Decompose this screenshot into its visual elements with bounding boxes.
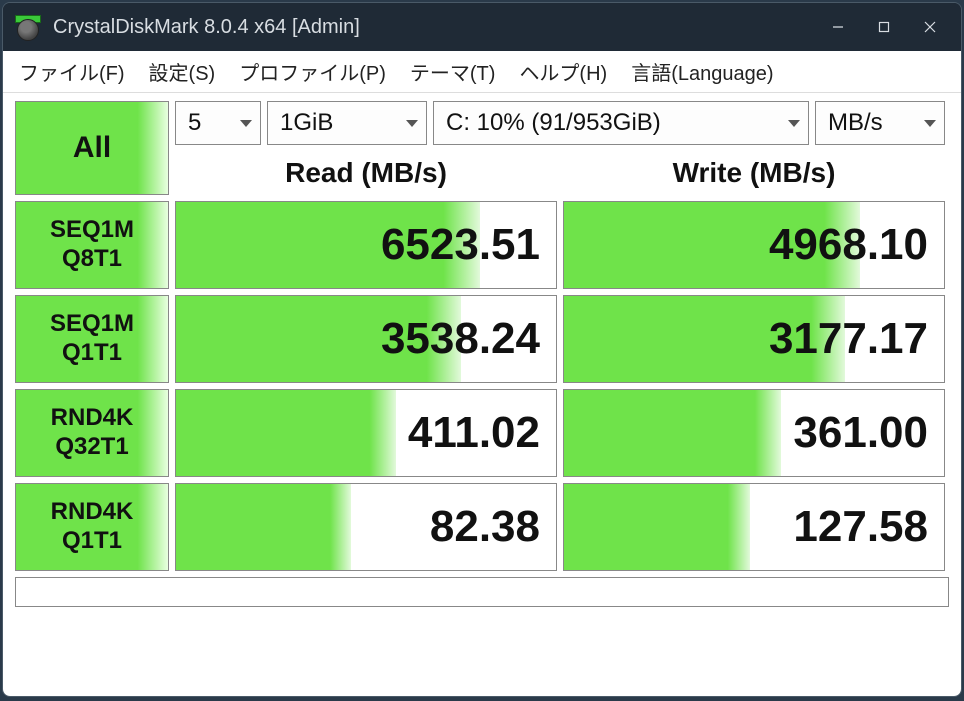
chevron-down-icon [924,120,936,127]
menu-theme[interactable]: テーマ(T) [404,53,502,90]
rnd4k-q1t1-write-value: 127.58 [793,502,928,552]
rnd4k-q32t1-write-value: 361.00 [793,408,928,458]
seq1m-q1t1-read-cell: 3538.24 [175,295,557,383]
minimize-button[interactable] [815,7,861,47]
maximize-button[interactable] [861,7,907,47]
read-header: Read (MB/s) [175,151,557,195]
drive-value: C: 10% (91/953GiB) [446,109,661,137]
app-icon [15,13,43,41]
rnd4k-q1t1-write-cell: 127.58 [563,483,945,571]
run-rnd4k-q1t1-button[interactable]: RND4K Q1T1 [15,483,169,571]
menu-profile[interactable]: プロファイル(P) [233,53,392,90]
run-all-button[interactable]: All [15,101,169,195]
seq1m-q8t1-read-value: 6523.51 [381,220,540,270]
rnd4k-q1t1-read-value: 82.38 [430,502,540,552]
size-value: 1GiB [280,109,333,137]
seq1m-q8t1-write-value: 4968.10 [769,220,928,270]
selector-row: 5 1GiB C: 10% (91/953GiB) MB/s [175,101,945,145]
row3-line1: RND4K [51,404,134,433]
chevron-down-icon [406,120,418,127]
rnd4k-q32t1-write-cell: 361.00 [563,389,945,477]
row1-line1: SEQ1M [50,216,134,245]
seq1m-q1t1-read-value: 3538.24 [381,314,540,364]
menu-help[interactable]: ヘルプ(H) [513,53,613,90]
rnd4k-q1t1-read-cell: 82.38 [175,483,557,571]
run-rnd4k-q32t1-button[interactable]: RND4K Q32T1 [15,389,169,477]
drive-select[interactable]: C: 10% (91/953GiB) [433,101,809,145]
unit-select[interactable]: MB/s [815,101,945,145]
row1-line2: Q8T1 [62,245,122,274]
close-button[interactable] [907,7,953,47]
window-title: CrystalDiskMark 8.0.4 x64 [Admin] [53,16,360,39]
seq1m-q8t1-read-cell: 6523.51 [175,201,557,289]
rnd4k-q32t1-read-cell: 411.02 [175,389,557,477]
run-seq1m-q1t1-button[interactable]: SEQ1M Q1T1 [15,295,169,383]
row3-line2: Q32T1 [55,433,128,462]
menu-file[interactable]: ファイル(F) [13,53,131,90]
unit-value: MB/s [828,109,883,137]
row2-line1: SEQ1M [50,310,134,339]
titlebar: CrystalDiskMark 8.0.4 x64 [Admin] [3,3,961,51]
rnd4k-q32t1-read-value: 411.02 [408,408,540,458]
size-select[interactable]: 1GiB [267,101,427,145]
write-header: Write (MB/s) [563,151,945,195]
window-controls [815,7,953,47]
seq1m-q1t1-write-cell: 3177.17 [563,295,945,383]
chevron-down-icon [788,120,800,127]
status-bar [15,577,949,607]
chevron-down-icon [240,120,252,127]
row4-line2: Q1T1 [62,527,122,556]
run-all-label: All [73,131,111,165]
menu-language[interactable]: 言語(Language) [625,53,779,90]
menu-settings[interactable]: 設定(S) [143,53,222,90]
seq1m-q1t1-write-value: 3177.17 [769,314,928,364]
app-window: CrystalDiskMark 8.0.4 x64 [Admin] ファイル(F… [2,2,962,697]
count-select[interactable]: 5 [175,101,261,145]
menubar: ファイル(F) 設定(S) プロファイル(P) テーマ(T) ヘルプ(H) 言語… [3,51,961,93]
seq1m-q8t1-write-cell: 4968.10 [563,201,945,289]
count-value: 5 [188,109,201,137]
row4-line1: RND4K [51,498,134,527]
benchmark-grid: All 5 1GiB C: 10% (91/953GiB) MB/s [15,101,949,571]
run-seq1m-q8t1-button[interactable]: SEQ1M Q8T1 [15,201,169,289]
row2-line2: Q1T1 [62,339,122,368]
content-area: All 5 1GiB C: 10% (91/953GiB) MB/s [3,93,961,696]
